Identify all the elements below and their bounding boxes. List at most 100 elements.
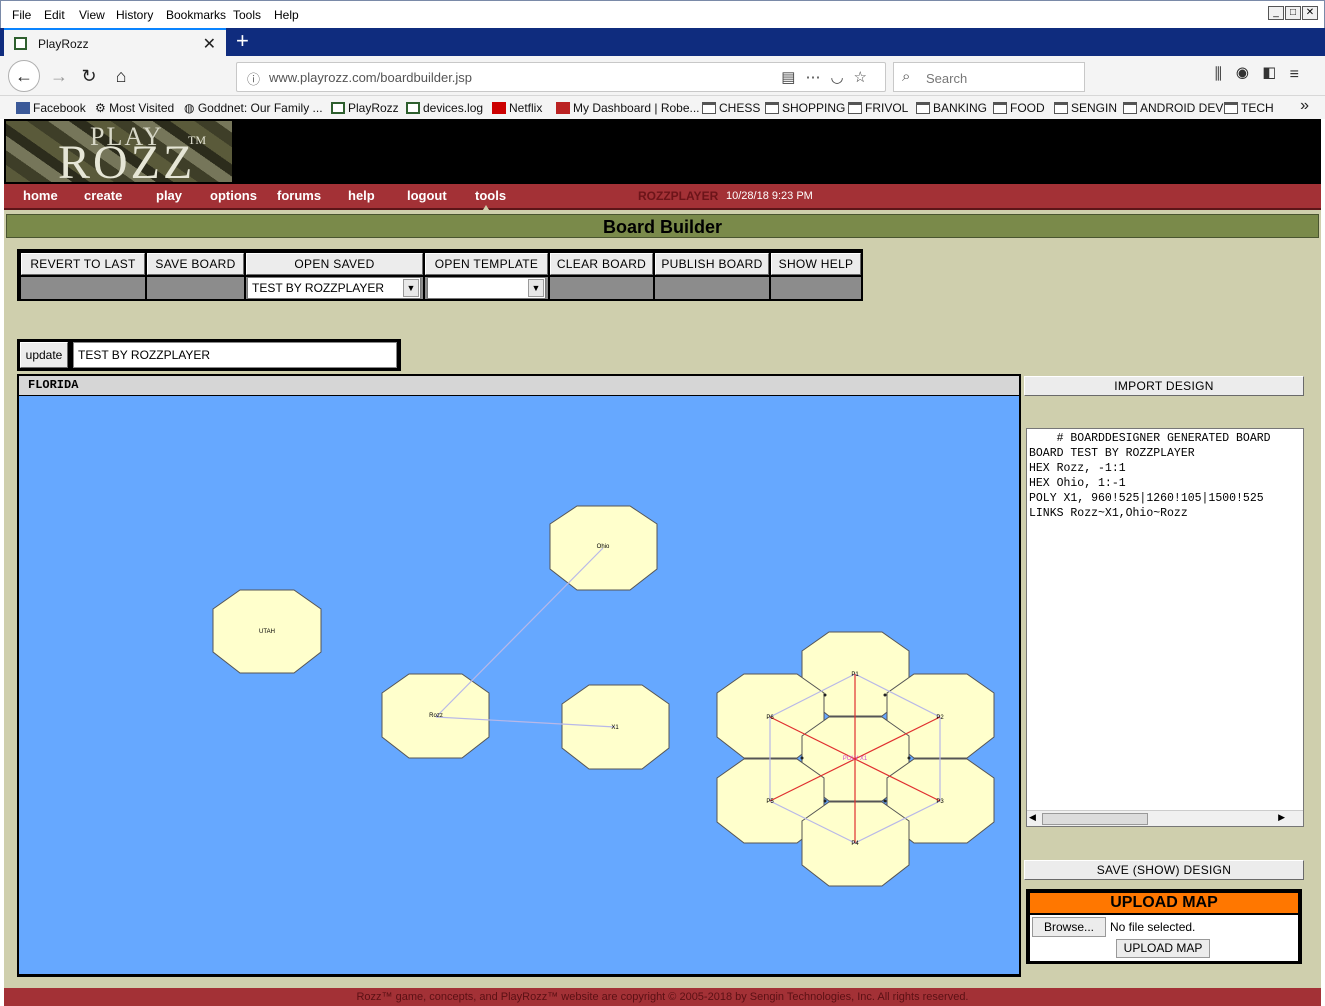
folder-icon — [765, 102, 779, 114]
board-name-bar: update TEST BY ROZZPLAYER — [17, 339, 401, 371]
playrozz-favicon-icon — [14, 37, 27, 50]
design-text: # BOARDDESIGNER GENERATED BOARD BOARD TE… — [1029, 432, 1271, 520]
menu-view[interactable]: View — [79, 8, 105, 22]
site-nav: home create play options forums help log… — [4, 184, 1321, 210]
menu-help[interactable]: Help — [274, 8, 299, 22]
upload-map-button[interactable]: UPLOAD MAP — [1116, 939, 1210, 958]
hex-label-p6: P6 — [766, 715, 774, 721]
toolbar-right-icons: ⫼◉◧≡ — [1215, 66, 1313, 84]
bookmark-playrozz[interactable]: PlayRozz — [331, 101, 399, 115]
bookmark-folder-android-dev[interactable]: ANDROID DEV — [1123, 101, 1223, 115]
logo-tm-text: TM — [188, 133, 206, 147]
nav-play[interactable]: play — [156, 188, 182, 203]
chevron-down-icon[interactable]: ▼ — [403, 279, 419, 297]
browse-button[interactable]: Browse... — [1032, 917, 1106, 937]
design-textarea[interactable]: # BOARDDESIGNER GENERATED BOARD BOARD TE… — [1026, 428, 1304, 827]
page-actions-icon[interactable]: ⋯ — [805, 69, 830, 86]
hamburger-menu-icon[interactable]: ≡ — [1290, 66, 1313, 83]
nav-help[interactable]: help — [348, 188, 375, 203]
bookmark-facebook[interactable]: Facebook — [16, 101, 86, 115]
template-select[interactable]: ▼ — [427, 277, 546, 299]
toolbar-cell — [771, 277, 861, 299]
sidebar-icon[interactable]: ◧ — [1263, 66, 1290, 83]
search-input[interactable]: ⌕ Search — [893, 62, 1085, 92]
bookmark-dashboard[interactable]: My Dashboard | Robe... — [556, 101, 700, 115]
board-toolbar: REVERT TO LAST SAVE BOARD OPEN SAVED OPE… — [17, 249, 863, 301]
back-icon[interactable]: ← — [8, 60, 40, 92]
scroll-right-icon[interactable]: ▶ — [1278, 812, 1285, 823]
url-text: www.playrozz.com/boardbuilder.jsp — [269, 70, 473, 85]
bookmark-folder-sengin[interactable]: SENGIN — [1054, 101, 1117, 115]
close-window-icon[interactable]: ✕ — [1302, 6, 1318, 20]
chevron-down-icon[interactable]: ▼ — [528, 279, 544, 297]
library-icon[interactable]: ⫼ — [1215, 66, 1236, 83]
maximize-icon[interactable]: □ — [1285, 6, 1301, 20]
bookmark-devices-log[interactable]: devices.log — [406, 101, 483, 115]
nav-logout[interactable]: logout — [407, 188, 447, 203]
playrozz-logo[interactable]: PLAY ROZZ TM — [6, 121, 232, 189]
pocket-icon[interactable]: ◡ — [830, 69, 853, 86]
revert-to-last-button[interactable]: REVERT TO LAST — [21, 253, 145, 275]
board-canvas[interactable]: UTAH Ohio Rozz X1 P1 P2 P3 P4 P5 P6 POLY… — [19, 396, 1019, 974]
open-saved-button[interactable]: OPEN SAVED — [246, 253, 423, 275]
hex-label-p4: P4 — [851, 841, 859, 847]
import-design-button[interactable]: IMPORT DESIGN — [1024, 376, 1304, 396]
save-show-design-button[interactable]: SAVE (SHOW) DESIGN — [1024, 860, 1304, 880]
update-button[interactable]: update — [20, 342, 68, 368]
nav-forums[interactable]: forums — [277, 188, 321, 203]
open-template-button[interactable]: OPEN TEMPLATE — [425, 253, 548, 275]
scrollbar-thumb[interactable] — [1042, 813, 1148, 825]
minimize-icon[interactable]: _ — [1268, 6, 1284, 20]
close-tab-icon[interactable]: ✕ — [203, 34, 216, 54]
home-icon[interactable]: ⌂ — [106, 62, 136, 90]
adblock-icon[interactable]: ◉ — [1236, 66, 1263, 83]
nav-options[interactable]: options — [210, 188, 257, 203]
tab-playrozz[interactable]: PlayRozz ✕ — [4, 28, 226, 56]
bookmark-folder-frivol[interactable]: FRIVOL — [848, 101, 908, 115]
nav-home[interactable]: home — [23, 188, 58, 203]
bookmark-most-visited[interactable]: ⚙ Most Visited — [95, 101, 174, 115]
bookmark-label: PlayRozz — [348, 101, 399, 115]
bookmark-star-icon[interactable]: ☆ — [854, 69, 877, 86]
bookmark-folder-tech[interactable]: TECH — [1224, 101, 1274, 115]
publish-board-button[interactable]: PUBLISH BOARD — [655, 253, 769, 275]
menu-edit[interactable]: Edit — [44, 8, 65, 22]
horizontal-scrollbar[interactable]: ◀ ▶ — [1027, 810, 1303, 826]
hex-label-p1: P1 — [851, 672, 859, 678]
bookmark-folder-food[interactable]: FOOD — [993, 101, 1045, 115]
url-bar[interactable]: ⓘ www.playrozz.com/boardbuilder.jsp ▤⋯◡☆ — [236, 62, 886, 92]
bookmark-label: CHESS — [719, 101, 761, 115]
menu-history[interactable]: History — [116, 8, 153, 22]
bookmark-folder-banking[interactable]: BANKING — [916, 101, 987, 115]
playrozz-icon — [331, 102, 345, 114]
bookmark-label: My Dashboard | Robe... — [573, 101, 700, 115]
show-help-button[interactable]: SHOW HELP — [771, 253, 861, 275]
bookmark-netflix[interactable]: Netflix — [492, 101, 542, 115]
folder-icon — [1054, 102, 1068, 114]
menu-bookmarks[interactable]: Bookmarks — [166, 8, 226, 22]
nav-create[interactable]: create — [84, 188, 122, 203]
save-board-button[interactable]: SAVE BOARD — [147, 253, 244, 275]
dashboard-icon — [556, 102, 570, 114]
forward-icon[interactable]: → — [44, 62, 74, 90]
board-name-input[interactable]: TEST BY ROZZPLAYER — [73, 342, 397, 368]
bookmark-label: Most Visited — [109, 101, 175, 115]
reader-view-icon[interactable]: ▤ — [781, 69, 805, 86]
bookmark-label: ANDROID DEV — [1140, 101, 1224, 115]
copyright-text: Rozz™ game, concepts, and PlayRozz™ webs… — [356, 991, 969, 1003]
saved-boards-select[interactable]: TEST BY ROZZPLAYER ▼ — [247, 277, 421, 299]
nav-tools[interactable]: tools — [475, 188, 506, 203]
search-icon: ⌕ — [902, 68, 911, 85]
new-tab-icon[interactable]: + — [236, 30, 249, 52]
chevron-right-double-icon[interactable]: » — [1300, 97, 1309, 115]
clear-board-button[interactable]: CLEAR BOARD — [550, 253, 653, 275]
bookmark-folder-chess[interactable]: CHESS — [702, 101, 760, 115]
menu-tools[interactable]: Tools — [233, 8, 261, 22]
scroll-left-icon[interactable]: ◀ — [1029, 812, 1036, 823]
site-info-icon[interactable]: ⓘ — [247, 69, 260, 88]
reload-icon[interactable]: ↻ — [74, 62, 104, 90]
bookmark-folder-shopping[interactable]: SHOPPING — [765, 101, 845, 115]
menu-file[interactable]: File — [12, 8, 31, 22]
bookmark-label: FRIVOL — [865, 101, 909, 115]
bookmark-goddnet[interactable]: ◍ Goddnet: Our Family ... — [184, 101, 323, 115]
